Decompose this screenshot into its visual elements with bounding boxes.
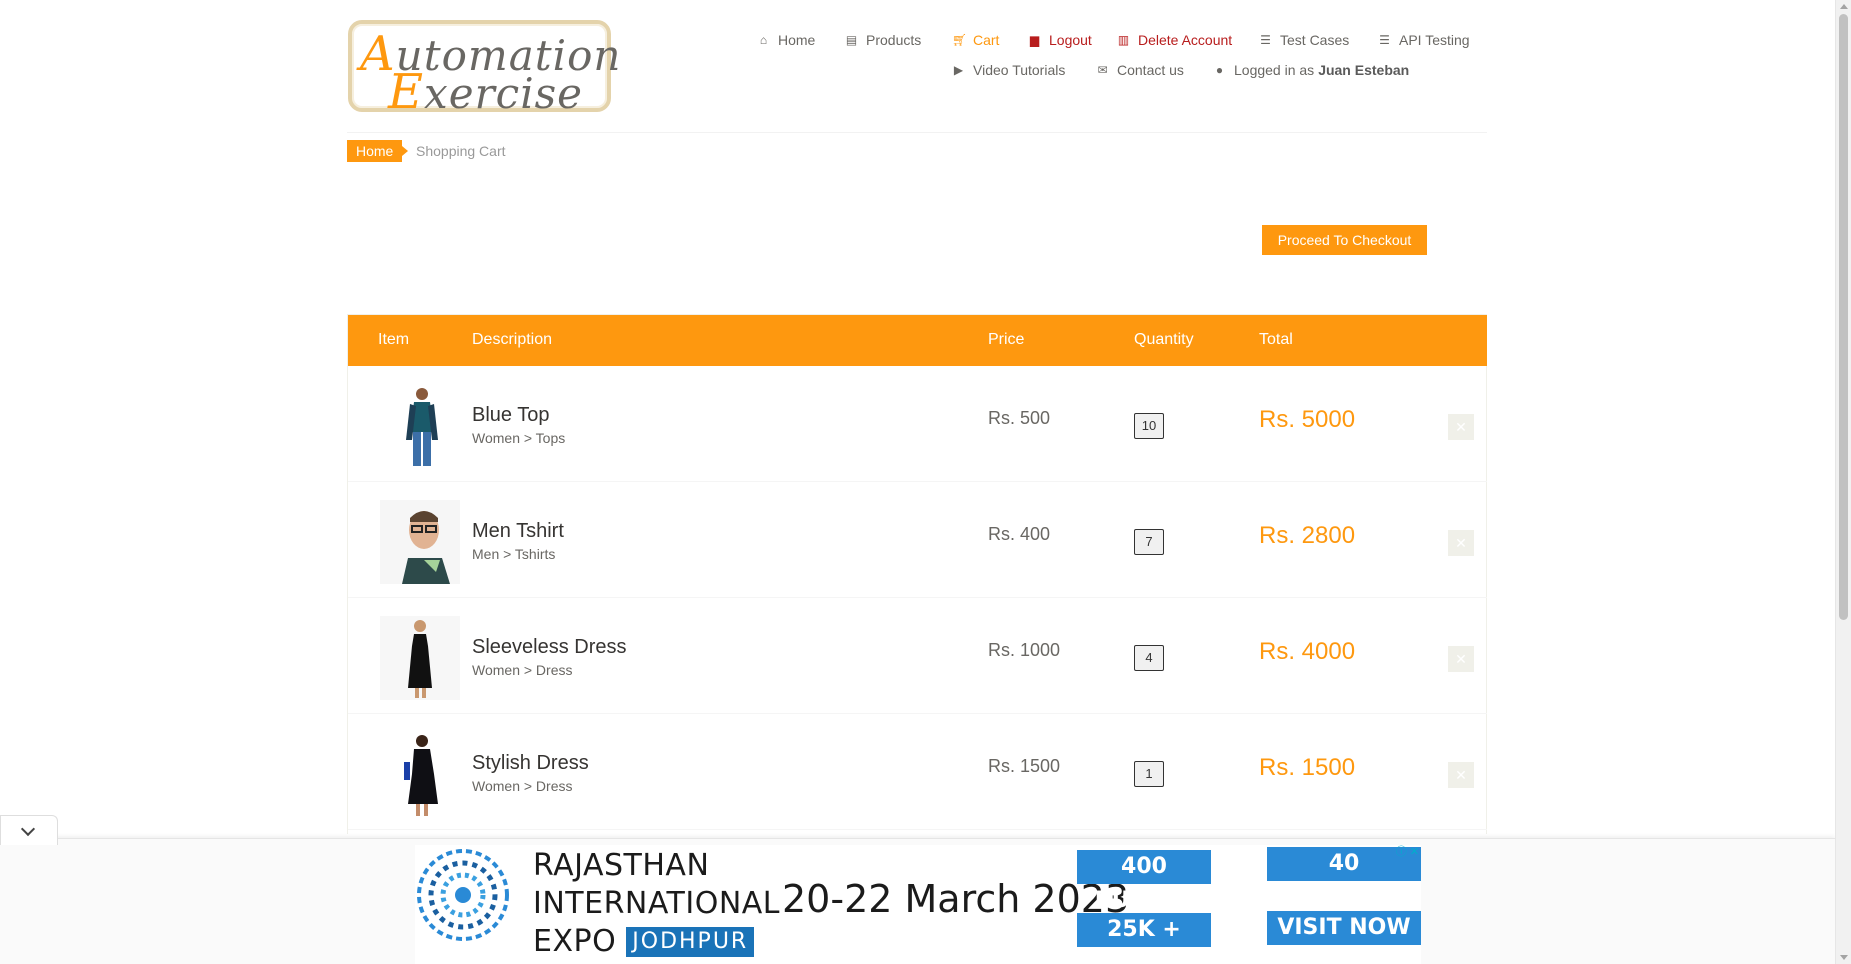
home-icon: ⌂ xyxy=(759,33,768,47)
nav-products[interactable]: ▤ Products xyxy=(845,32,921,48)
expo-logo-mandala xyxy=(417,849,509,941)
ad-visit-now-button[interactable]: VISIT NOW xyxy=(1267,911,1421,945)
breadcrumb-home[interactable]: Home xyxy=(347,140,409,162)
product-category: Men > Tshirts xyxy=(472,546,556,562)
header-description: Description xyxy=(472,331,553,348)
product-total: Rs. 5000 xyxy=(1259,406,1356,433)
product-price: Rs. 400 xyxy=(988,524,1051,544)
product-quantity: 7 xyxy=(1134,529,1164,555)
ad-banner[interactable]: RAJASTHAN INTERNATIONAL EXPO JODHPUR 20-… xyxy=(415,845,1421,964)
product-image-men-tshirt[interactable] xyxy=(380,500,460,584)
product-quantity: 10 xyxy=(1134,413,1164,439)
close-icon[interactable]: ✕ xyxy=(1448,414,1474,440)
close-icon[interactable]: ✕ xyxy=(1448,762,1474,788)
scroll-down-arrow[interactable] xyxy=(1840,955,1848,960)
nav-contact-us[interactable]: ✉ Contact us xyxy=(1096,62,1183,78)
cart-row: Blue Top Women > Tops Rs. 500 10 Rs. 500… xyxy=(348,366,1487,482)
header-price: Price xyxy=(988,331,1025,348)
product-name[interactable]: Men Tshirt xyxy=(472,520,564,543)
trash-icon: ▥ xyxy=(1117,33,1130,47)
proceed-to-checkout-button[interactable]: Proceed To Checkout xyxy=(1262,225,1427,255)
product-price: Rs. 1000 xyxy=(988,640,1061,660)
cart-row: Sleeveless Dress Women > Dress Rs. 1000 … xyxy=(348,598,1487,714)
user-icon: ● xyxy=(1215,63,1224,77)
product-category: Women > Dress xyxy=(472,662,573,678)
header-divider xyxy=(347,132,1487,133)
scroll-up-arrow[interactable] xyxy=(1840,4,1848,9)
nav-delete-account[interactable]: ▥ Delete Account xyxy=(1117,32,1232,48)
nav-cart[interactable]: 🛒︎ Cart xyxy=(952,32,999,48)
chevron-down-icon xyxy=(20,821,36,837)
envelope-icon: ✉ xyxy=(1097,63,1108,77)
ad-title: RAJASTHAN INTERNATIONAL EXPO JODHPUR xyxy=(533,848,781,959)
ad-stat-buyers: 400 BUYERS xyxy=(1077,850,1211,913)
breadcrumb-current: Shopping Cart xyxy=(416,143,506,159)
close-icon[interactable]: ✕ xyxy=(1448,530,1474,556)
nav-logout[interactable]: ▆ Logout xyxy=(1028,32,1092,48)
product-category: Women > Dress xyxy=(472,778,573,794)
product-image-stylish-dress[interactable] xyxy=(380,732,460,816)
ad-close-icon[interactable]: ⓘ ✕ xyxy=(1389,845,1419,861)
product-name[interactable]: Blue Top xyxy=(472,404,549,427)
header-total: Total xyxy=(1259,331,1293,348)
briefcase-icon: ▤ xyxy=(845,33,858,47)
cart-table-header: Item Description Price Quantity Total xyxy=(348,315,1487,366)
lock-icon: ▆ xyxy=(1029,33,1040,47)
product-image-sleeveless-dress[interactable] xyxy=(380,616,460,700)
cart-row: Men Tshirt Men > Tshirts Rs. 400 7 Rs. 2… xyxy=(348,482,1487,598)
logged-in-status: ● Logged in as Juan Esteban xyxy=(1213,62,1409,78)
ad-stat-visitors: 25K + VISITORS xyxy=(1077,913,1211,964)
product-image-blue-top[interactable] xyxy=(380,384,460,468)
product-total: Rs. 1500 xyxy=(1259,754,1356,781)
product-total: Rs. 4000 xyxy=(1259,638,1356,665)
youtube-play-icon: ▶ xyxy=(953,63,964,77)
product-name[interactable]: Sleeveless Dress xyxy=(472,636,627,659)
shopping-cart-icon: 🛒︎ xyxy=(952,33,968,47)
site-logo[interactable]: Automation Exercise xyxy=(348,20,620,120)
close-icon[interactable]: ✕ xyxy=(1448,646,1474,672)
product-quantity: 1 xyxy=(1134,761,1164,787)
product-total: Rs. 2800 xyxy=(1259,522,1356,549)
cart-table: Item Description Price Quantity Total Bl… xyxy=(347,314,1487,834)
scrollbar-thumb[interactable] xyxy=(1839,14,1848,620)
nav-test-cases[interactable]: ☰ Test Cases xyxy=(1259,32,1349,48)
header-quantity: Quantity xyxy=(1134,331,1194,348)
page-scrollbar[interactable] xyxy=(1835,0,1851,964)
header-item: Item xyxy=(378,331,410,348)
ad-collapse-toggle[interactable] xyxy=(0,815,58,845)
list-icon: ☰ xyxy=(1260,33,1271,47)
product-price: Rs. 500 xyxy=(988,408,1051,428)
cart-row: Stylish Dress Women > Dress Rs. 1500 1 R… xyxy=(348,714,1487,830)
nav-video-tutorials[interactable]: ▶ Video Tutorials xyxy=(952,62,1065,78)
product-name[interactable]: Stylish Dress xyxy=(472,752,589,775)
logo-line-2: Exercise xyxy=(388,64,584,120)
ad-place: JODHPUR xyxy=(626,927,755,957)
nav-api-testing[interactable]: ☰ API Testing xyxy=(1378,32,1469,48)
product-price: Rs. 1500 xyxy=(988,756,1061,776)
nav-home[interactable]: ⌂ Home xyxy=(757,32,815,48)
list-icon: ☰ xyxy=(1379,33,1390,47)
product-category: Women > Tops xyxy=(472,430,566,446)
product-quantity: 4 xyxy=(1134,645,1164,671)
